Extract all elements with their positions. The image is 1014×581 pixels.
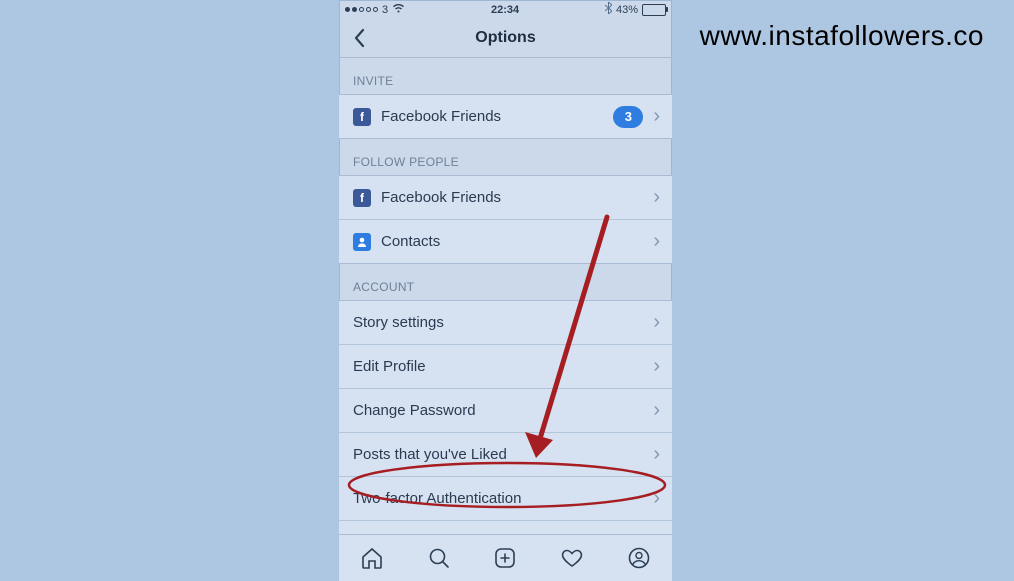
chevron-right-icon: ›: [653, 105, 660, 128]
search-tab[interactable]: [426, 545, 452, 571]
back-button[interactable]: [347, 19, 371, 57]
watermark-text: www.instafollowers.co: [700, 20, 984, 52]
row-follow-contacts[interactable]: Contacts ›: [339, 220, 672, 263]
row-posts-liked[interactable]: Posts that you've Liked ›: [339, 433, 672, 477]
new-post-tab[interactable]: [492, 545, 518, 571]
chevron-right-icon: ›: [653, 443, 660, 466]
chevron-right-icon: ›: [653, 311, 660, 334]
wifi-icon: [392, 3, 405, 16]
row-change-password[interactable]: Change Password ›: [339, 389, 672, 433]
bluetooth-icon: [605, 2, 612, 17]
home-tab[interactable]: [359, 545, 385, 571]
profile-icon: [627, 546, 651, 570]
chevron-right-icon: ›: [653, 186, 660, 209]
facebook-icon: f: [353, 108, 371, 126]
plus-square-icon: [493, 546, 517, 570]
phone-screen: 3 22:34 43% Options INVITE f Facebook Fr…: [339, 0, 672, 581]
status-left: 3: [345, 3, 405, 16]
chevron-right-icon: ›: [653, 230, 660, 253]
row-invite-facebook[interactable]: f Facebook Friends 3 ›: [339, 95, 672, 138]
profile-tab[interactable]: [626, 545, 652, 571]
home-icon: [360, 546, 384, 570]
battery-icon: [642, 4, 666, 16]
row-label: Facebook Friends: [381, 189, 643, 206]
battery-pct: 43%: [616, 4, 638, 16]
activity-tab[interactable]: [559, 545, 585, 571]
row-label: Facebook Friends: [381, 108, 603, 125]
tab-bar: [339, 534, 672, 581]
nav-header: Options: [339, 19, 672, 58]
chevron-left-icon: [353, 28, 365, 48]
contacts-icon: [353, 233, 371, 251]
status-bar: 3 22:34 43%: [339, 0, 672, 19]
row-label: Two-factor Authentication: [353, 490, 643, 507]
row-label: Edit Profile: [353, 358, 643, 375]
row-label: Change Password: [353, 402, 643, 419]
chevron-right-icon: ›: [653, 355, 660, 378]
row-follow-facebook[interactable]: f Facebook Friends ›: [339, 176, 672, 220]
row-label: Contacts: [381, 233, 643, 250]
heart-icon: [560, 546, 584, 570]
carrier-label: 3: [382, 4, 388, 16]
signal-strength-icon: [345, 7, 378, 12]
search-icon: [427, 546, 451, 570]
section-header-invite: INVITE: [339, 58, 672, 94]
row-label: Posts that you've Liked: [353, 446, 643, 463]
row-two-factor-auth[interactable]: Two-factor Authentication ›: [339, 477, 672, 521]
clock: 22:34: [491, 4, 519, 16]
chevron-right-icon: ›: [653, 399, 660, 422]
follow-list: f Facebook Friends › Contacts ›: [339, 175, 672, 264]
status-right: 43%: [605, 2, 666, 17]
section-header-account: ACCOUNT: [339, 264, 672, 300]
facebook-icon: f: [353, 189, 371, 207]
row-label: Story settings: [353, 314, 643, 331]
section-header-follow: FOLLOW PEOPLE: [339, 139, 672, 175]
chevron-right-icon: ›: [653, 487, 660, 510]
page-title: Options: [475, 29, 535, 47]
invite-list: f Facebook Friends 3 ›: [339, 94, 672, 139]
row-story-settings[interactable]: Story settings ›: [339, 301, 672, 345]
row-edit-profile[interactable]: Edit Profile ›: [339, 345, 672, 389]
notification-badge: 3: [613, 106, 643, 128]
